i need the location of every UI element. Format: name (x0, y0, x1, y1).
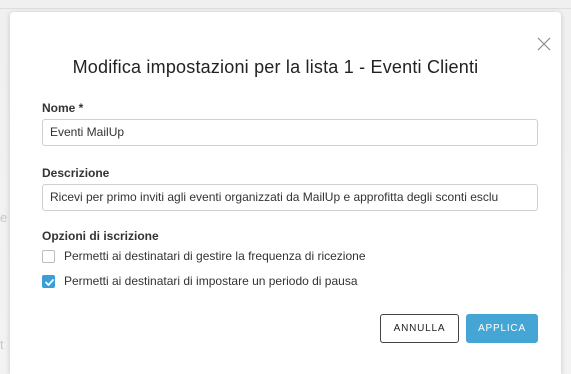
frequency-checkbox[interactable] (42, 249, 55, 263)
backdrop-divider (0, 8, 571, 9)
option-pause[interactable]: Permetti ai destinatari di impostare un … (42, 273, 358, 289)
close-icon (537, 37, 551, 51)
pause-option-label: Permetti ai destinatari di impostare un … (64, 274, 358, 288)
name-field[interactable]: Eventi MailUp (42, 119, 538, 146)
frequency-option-label: Permetti ai destinatari di gestire la fr… (64, 249, 366, 263)
description-label: Descrizione (42, 166, 110, 180)
apply-button[interactable]: APPLICA (466, 314, 538, 343)
close-button[interactable] (537, 37, 551, 51)
description-field[interactable]: Ricevi per primo inviti agli eventi orga… (42, 184, 538, 211)
subscription-options-label: Opzioni di iscrizione (42, 229, 159, 243)
checkmark-icon (45, 278, 54, 286)
pause-checkbox[interactable] (42, 274, 55, 288)
dialog-title: Modifica impostazioni per la lista 1 - E… (72, 57, 479, 77)
cancel-button[interactable]: ANNULLA (380, 314, 459, 343)
option-frequency[interactable]: Permetti ai destinatari di gestire la fr… (42, 248, 366, 264)
name-label: Nome * (42, 101, 84, 115)
backdrop-text-fragment: t (0, 337, 4, 352)
backdrop-text-fragment: e (0, 210, 8, 225)
